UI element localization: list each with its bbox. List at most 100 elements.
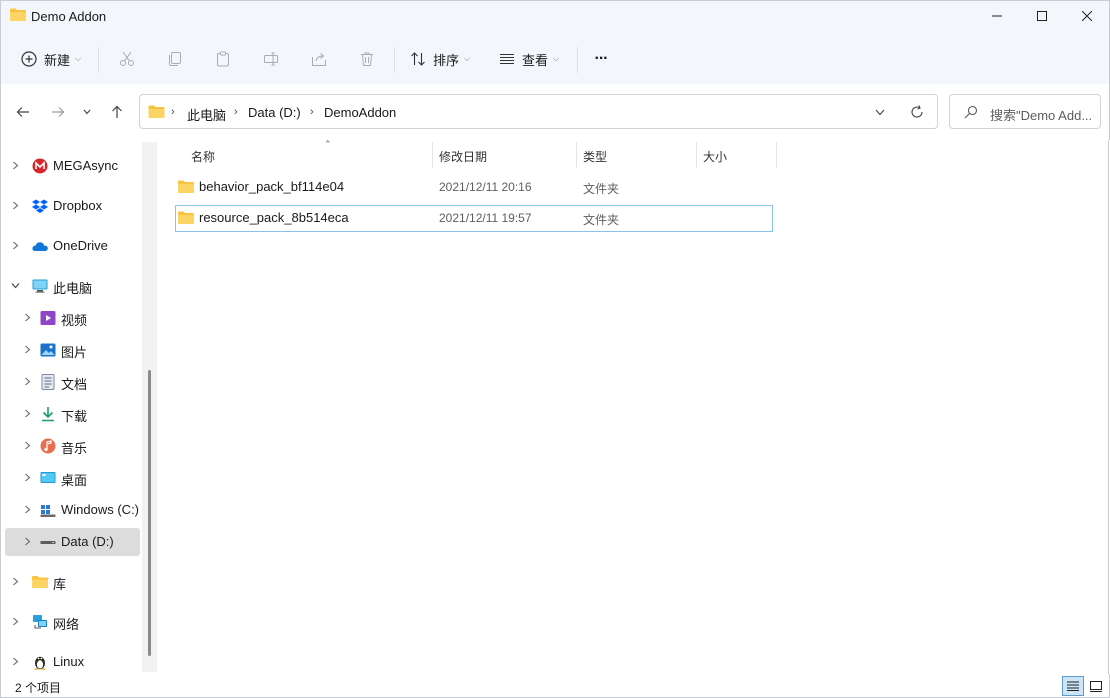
sidebar-item-desktop[interactable]: 桌面 xyxy=(5,464,140,492)
sidebar-item-label: 视频 xyxy=(61,313,88,328)
close-button[interactable] xyxy=(1064,1,1110,31)
sidebar-item-label: Windows (C:) xyxy=(61,502,140,517)
chevron-right-icon[interactable] xyxy=(23,345,32,357)
sort-button[interactable]: 排序 ⌵ xyxy=(405,39,475,79)
cut-button[interactable] xyxy=(113,39,141,79)
file-row[interactable]: behavior_pack_bf114e04 2021/12/11 20:16 … xyxy=(175,174,773,201)
sidebar-item-pictures[interactable]: 图片 xyxy=(5,336,140,364)
rename-icon xyxy=(264,52,278,66)
minimize-button[interactable] xyxy=(974,1,1020,31)
chevron-right-icon[interactable] xyxy=(23,537,32,549)
chevron-right-icon[interactable] xyxy=(11,241,20,253)
file-date: 2021/12/11 20:16 xyxy=(439,180,532,194)
sidebar-item-label: Linux xyxy=(53,654,85,669)
sidebar-item-dropbox[interactable]: Dropbox xyxy=(5,192,140,220)
delete-button[interactable] xyxy=(353,39,381,79)
paste-icon xyxy=(217,51,229,67)
linux-icon xyxy=(32,654,48,670)
search-box[interactable]: 搜索"Demo Add... xyxy=(949,94,1101,129)
column-header-label: 大小 xyxy=(703,150,728,164)
sidebar-item-computer[interactable]: 此电脑 xyxy=(5,272,140,300)
sort-ascending-icon: ⌃ xyxy=(324,139,332,149)
breadcrumb-item[interactable]: DemoAddon xyxy=(324,105,396,120)
dropbox-icon xyxy=(32,198,48,214)
rename-button[interactable] xyxy=(257,39,285,79)
breadcrumb-item[interactable]: Data (D:) xyxy=(248,105,301,120)
chevron-right-icon[interactable] xyxy=(11,617,20,629)
tiles-view-button[interactable] xyxy=(1085,676,1107,696)
computer-icon xyxy=(32,278,48,294)
search-input[interactable]: 搜索"Demo Add... xyxy=(990,105,1096,124)
column-header-size[interactable]: 大小 xyxy=(697,140,775,170)
view-button[interactable]: 查看 ⌵ xyxy=(493,39,565,79)
new-button[interactable]: 新建 ⌵ xyxy=(15,39,87,79)
arrow-left-icon xyxy=(16,107,29,117)
column-header-name[interactable]: ⌃ 名称 xyxy=(177,139,431,170)
address-bar[interactable]: › 此电脑 › Data (D:) › DemoAddon xyxy=(139,94,938,129)
library-icon xyxy=(32,574,48,590)
file-name: behavior_pack_bf114e04 xyxy=(199,179,345,194)
address-history-chevron-icon[interactable] xyxy=(875,109,885,116)
window-title: Demo Addon xyxy=(31,9,107,24)
sidebar-item-mega[interactable]: MEGAsync xyxy=(5,152,140,180)
breadcrumb-chevron-icon: › xyxy=(310,106,314,118)
chevron-right-icon[interactable] xyxy=(23,409,32,421)
maximize-button[interactable] xyxy=(1019,1,1065,31)
chevron-right-icon[interactable] xyxy=(23,377,32,389)
chevron-right-icon[interactable] xyxy=(11,577,20,589)
chevron-down-icon[interactable] xyxy=(11,281,20,293)
onedrive-icon xyxy=(32,238,48,254)
forward-button[interactable] xyxy=(46,100,70,124)
sidebar-scrollbar[interactable] xyxy=(142,142,158,672)
desktop-icon xyxy=(40,470,56,486)
trash-icon xyxy=(361,52,373,66)
column-header-type[interactable]: 类型 xyxy=(577,140,695,170)
sidebar-item-library[interactable]: 库 xyxy=(5,568,140,596)
chevron-right-icon[interactable] xyxy=(23,313,32,325)
sort-label: 排序 xyxy=(432,52,459,68)
sidebar-item-label: 此电脑 xyxy=(53,281,93,296)
more-options-button[interactable]: ··· xyxy=(586,39,616,79)
new-label: 新建 xyxy=(43,52,70,68)
sidebar-item-drive[interactable]: Data (D:) xyxy=(5,528,140,556)
sidebar-item-music[interactable]: 音乐 xyxy=(5,432,140,460)
chevron-right-icon[interactable] xyxy=(23,505,32,517)
back-button[interactable] xyxy=(11,100,35,124)
file-date: 2021/12/11 19:57 xyxy=(439,211,532,225)
copy-button[interactable] xyxy=(161,39,189,79)
chevron-right-icon[interactable] xyxy=(23,473,32,485)
column-header-label: 类型 xyxy=(583,150,608,164)
file-row[interactable]: resource_pack_8b514eca 2021/12/11 19:57 … xyxy=(175,205,773,232)
breadcrumb-item[interactable]: 此电脑 xyxy=(187,105,226,124)
sidebar-item-download[interactable]: 下载 xyxy=(5,400,140,428)
title-bar: Demo Addon xyxy=(1,1,1109,33)
sidebar-item-label: 桌面 xyxy=(61,473,88,488)
download-icon xyxy=(40,406,56,422)
sidebar-item-network[interactable]: 网络 xyxy=(5,608,140,636)
paste-button[interactable] xyxy=(209,39,237,79)
view-list-icon xyxy=(499,53,514,65)
arrow-right-icon xyxy=(52,107,65,117)
folder-icon xyxy=(178,211,194,224)
chevron-right-icon[interactable] xyxy=(11,161,20,173)
details-view-button[interactable] xyxy=(1062,676,1084,696)
column-divider[interactable] xyxy=(776,142,777,168)
sidebar-scrollbar-thumb[interactable] xyxy=(148,370,151,656)
share-button[interactable] xyxy=(305,39,333,79)
refresh-icon[interactable] xyxy=(910,105,924,119)
cut-icon xyxy=(120,51,134,66)
mega-icon xyxy=(32,158,48,174)
sidebar-item-onedrive[interactable]: OneDrive xyxy=(5,232,140,260)
chevron-right-icon[interactable] xyxy=(23,441,32,453)
up-button[interactable] xyxy=(105,100,129,124)
chevron-right-icon[interactable] xyxy=(11,657,20,669)
sidebar-item-windows-drive[interactable]: Windows (C:) xyxy=(5,496,140,524)
sidebar-item-linux[interactable]: Linux xyxy=(5,648,140,676)
sidebar-item-video[interactable]: 视频 xyxy=(5,304,140,332)
sidebar-item-documents[interactable]: 文档 xyxy=(5,368,140,396)
sidebar-item-label: 文档 xyxy=(61,377,88,392)
chevron-right-icon[interactable] xyxy=(11,201,20,213)
recent-locations-button[interactable] xyxy=(77,100,97,124)
column-header-label: 名称 xyxy=(191,150,216,164)
column-header-date[interactable]: 修改日期 xyxy=(433,140,575,170)
